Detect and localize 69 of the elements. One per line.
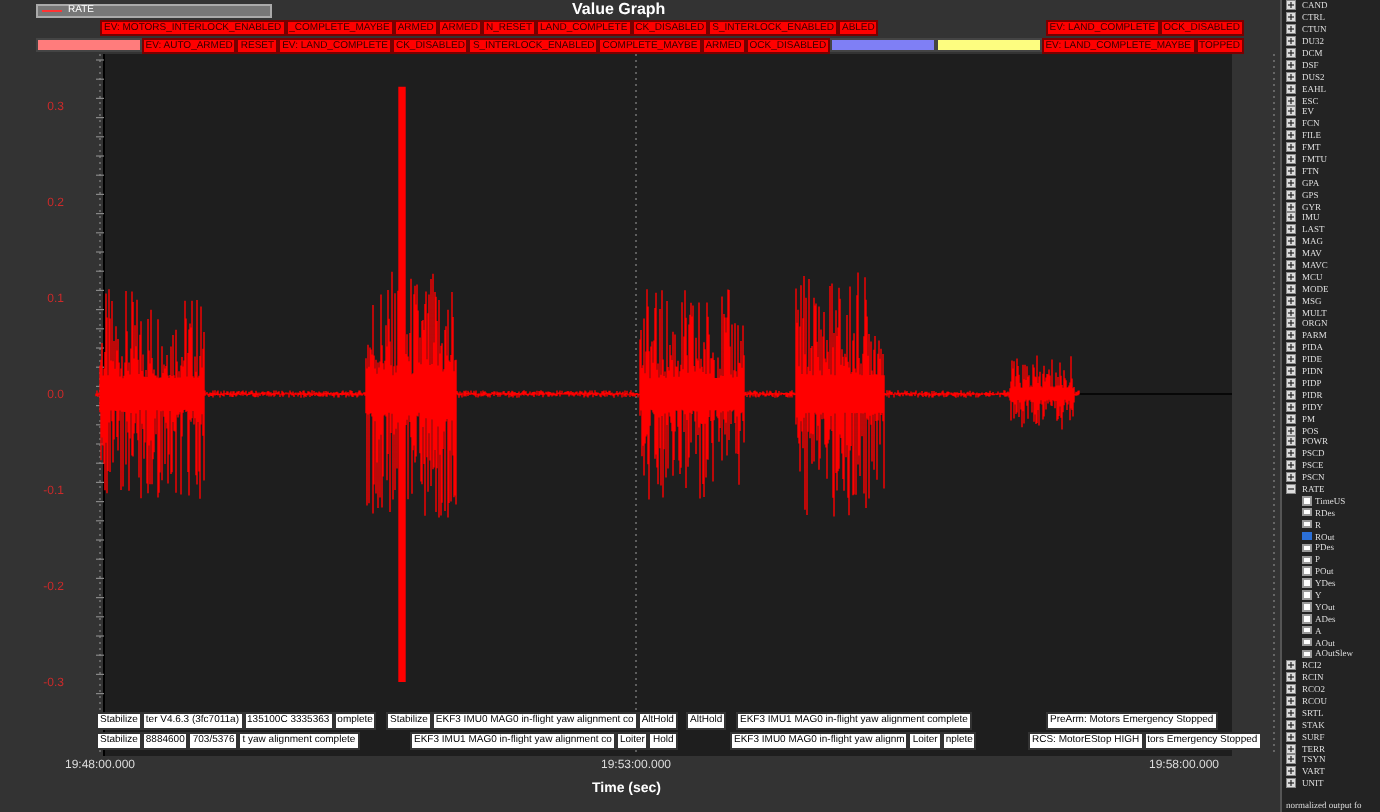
expand-icon[interactable] xyxy=(1286,83,1296,94)
expand-icon[interactable] xyxy=(1286,448,1296,459)
expand-icon[interactable] xyxy=(1286,377,1296,388)
expand-icon[interactable] xyxy=(1286,0,1296,11)
expand-icon[interactable] xyxy=(1286,260,1296,271)
expand-icon[interactable] xyxy=(1286,413,1296,424)
checkbox[interactable] xyxy=(1302,543,1311,553)
expand-icon[interactable] xyxy=(1286,425,1296,435)
expand-icon[interactable] xyxy=(1286,59,1296,70)
checkbox[interactable] xyxy=(1302,531,1311,541)
window-title: Value Graph xyxy=(572,2,666,18)
expand-icon[interactable] xyxy=(1286,295,1296,306)
expand-icon[interactable] xyxy=(1286,460,1296,471)
expand-icon[interactable] xyxy=(1286,95,1296,106)
checkbox[interactable] xyxy=(1302,519,1311,529)
expand-icon[interactable] xyxy=(1286,271,1296,282)
expand-icon[interactable] xyxy=(1286,24,1296,35)
expand-icon[interactable] xyxy=(1286,154,1296,165)
expand-icon[interactable] xyxy=(1286,283,1296,294)
expand-icon[interactable] xyxy=(1286,48,1296,58)
expand-icon[interactable] xyxy=(1286,248,1296,259)
legend-line-icon xyxy=(42,9,62,11)
checkbox[interactable] xyxy=(1302,578,1311,588)
expand-icon[interactable] xyxy=(1286,672,1296,683)
checkbox[interactable] xyxy=(1302,602,1311,612)
expand-icon[interactable] xyxy=(1286,766,1296,777)
expand-icon[interactable] xyxy=(1286,236,1296,247)
expand-icon[interactable] xyxy=(1286,436,1296,447)
expand-icon[interactable] xyxy=(1286,130,1296,141)
expand-icon[interactable] xyxy=(1286,177,1296,188)
checkbox[interactable] xyxy=(1302,496,1311,506)
expand-icon[interactable] xyxy=(1286,401,1296,412)
expand-icon[interactable] xyxy=(1286,212,1296,223)
expand-icon[interactable] xyxy=(1286,342,1296,353)
expand-icon[interactable] xyxy=(1286,106,1296,117)
checkbox[interactable] xyxy=(1302,649,1311,659)
expand-icon[interactable] xyxy=(1286,660,1296,671)
expand-icon[interactable] xyxy=(1286,472,1296,483)
checkbox[interactable] xyxy=(1302,625,1311,635)
checkbox[interactable] xyxy=(1302,590,1311,600)
checkbox[interactable] xyxy=(1302,555,1311,565)
expand-icon[interactable] xyxy=(1286,224,1296,235)
expand-icon[interactable] xyxy=(1286,118,1296,129)
expand-icon[interactable] xyxy=(1286,366,1296,377)
expand-icon[interactable] xyxy=(1286,12,1296,23)
checkbox[interactable] xyxy=(1302,507,1311,517)
collapse-icon[interactable] xyxy=(1286,483,1296,494)
checkbox[interactable] xyxy=(1302,637,1311,647)
expand-icon[interactable] xyxy=(1286,731,1296,742)
expand-icon[interactable] xyxy=(1286,318,1296,329)
expand-icon[interactable] xyxy=(1286,165,1296,176)
expand-icon[interactable] xyxy=(1286,707,1296,718)
expand-icon[interactable] xyxy=(1286,754,1296,765)
expand-icon[interactable] xyxy=(1286,307,1296,318)
expand-icon[interactable] xyxy=(1286,201,1296,212)
expand-icon[interactable] xyxy=(1286,389,1296,400)
expand-icon[interactable] xyxy=(1286,189,1296,200)
expand-icon[interactable] xyxy=(1286,71,1296,82)
expand-icon[interactable] xyxy=(1286,354,1296,365)
expand-icon[interactable] xyxy=(1286,719,1296,730)
expand-icon[interactable] xyxy=(1286,142,1296,153)
checkbox[interactable] xyxy=(1302,614,1311,623)
expand-icon[interactable] xyxy=(1286,695,1296,706)
expand-icon[interactable] xyxy=(1286,330,1296,341)
expand-icon[interactable] xyxy=(1286,684,1296,695)
checkbox[interactable] xyxy=(1302,566,1311,576)
expand-icon[interactable] xyxy=(1286,743,1296,754)
expand-icon[interactable] xyxy=(1286,36,1296,47)
expand-icon[interactable] xyxy=(1286,778,1296,789)
